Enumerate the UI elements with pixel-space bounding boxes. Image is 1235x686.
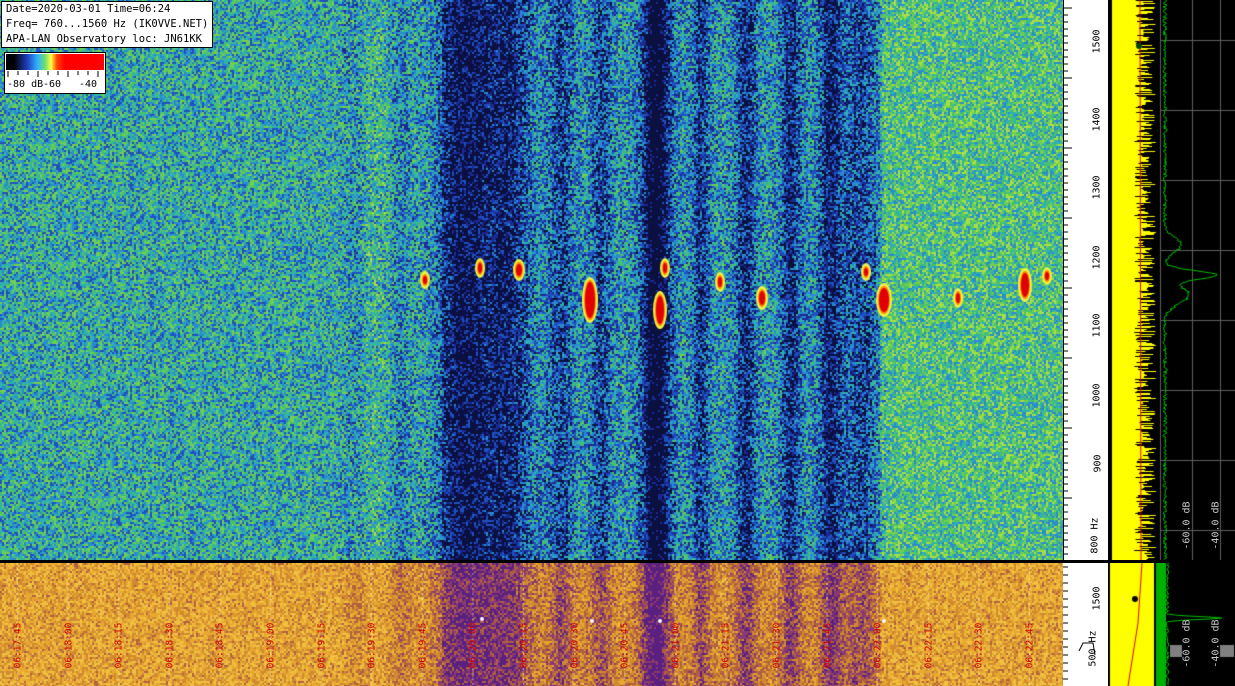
spectrum-profile-wide: -60.0 dB -40.0 dB	[1108, 563, 1235, 686]
time-label: 06:22:15	[923, 622, 935, 669]
time-label: 06:21:45	[821, 622, 833, 669]
freq-label-1100: 1100	[1091, 313, 1103, 338]
spectrum-profile-main: -60.0 dB -40.0 dB	[1108, 0, 1235, 560]
frequency-label: Freq= 760...1560 Hz (IK0VVE.NET)	[6, 18, 209, 30]
spectrum-db-label-low: -60.0 dB	[1181, 501, 1193, 550]
freq-label-1500: 1500	[1091, 29, 1103, 54]
observatory-label: APA-LAN Observatory loc: JN61KK	[6, 33, 202, 45]
time-label: 06:18:00	[62, 622, 74, 669]
time-label: 06:20:30	[568, 622, 580, 669]
frequency-ticks-wide	[1063, 566, 1096, 680]
frequency-ticks-main	[1063, 0, 1072, 560]
legend-max-label: -40	[79, 79, 98, 90]
time-label: 06:22:00	[872, 622, 884, 669]
time-label: 06:19:45	[417, 622, 429, 669]
freq-wide-label-500: 500 Hz	[1087, 630, 1099, 667]
legend-min-label: -80 dB	[7, 79, 44, 90]
color-scale-ticks	[7, 71, 99, 77]
time-label: 06:22:30	[973, 622, 985, 669]
header-info-box: Date=2020-03-01 Time=06:24 Freq= 760...15…	[1, 1, 214, 48]
time-label: 06:19:00	[265, 622, 277, 669]
time-label: 06:20:15	[518, 622, 530, 669]
time-label: 06:21:15	[720, 622, 732, 669]
spectrum-wide-db-label-high: -40.0 dB	[1210, 619, 1222, 668]
spectrum-wide-db-label-low: -60.0 dB	[1181, 619, 1193, 668]
time-label: 06:18:15	[113, 622, 125, 669]
freq-label-900: 900	[1092, 454, 1104, 473]
time-label: 06:17:45	[12, 622, 24, 669]
freq-label-1400: 1400	[1091, 107, 1103, 132]
frequency-scale-main: 1500 1400 1300 1200 1100 1000 900 800 Hz	[1063, 0, 1108, 560]
time-label: 06:21:30	[771, 622, 783, 669]
time-label: 06:19:15	[315, 622, 327, 669]
waterfall-main	[0, 0, 1063, 560]
time-label: 06:20:45	[619, 622, 631, 669]
color-scale-bar	[6, 54, 104, 70]
spectrogram-viewer: Date=2020-03-01 Time=06:24 Freq= 760...15…	[0, 0, 1235, 686]
time-label: 06:22:45	[1024, 622, 1036, 669]
time-label: 06:19:30	[366, 622, 378, 669]
time-label: 06:21:00	[670, 622, 682, 669]
frequency-scale-wide: 1500 500 Hz	[1063, 563, 1108, 686]
freq-label-800: 800 Hz	[1089, 517, 1101, 554]
freq-label-1300: 1300	[1091, 175, 1103, 200]
time-label: 06:18:30	[164, 622, 176, 669]
freq-label-1000: 1000	[1091, 383, 1103, 408]
waterfall-wide	[0, 563, 1063, 686]
legend-mid-label: -60	[43, 79, 62, 90]
spectrum-db-label-high: -40.0 dB	[1210, 501, 1222, 550]
freq-label-1200: 1200	[1091, 245, 1103, 270]
date-time-label: Date=2020-03-01 Time=06:24	[6, 3, 171, 15]
time-label: 06:18:45	[214, 622, 226, 669]
freq-wide-label-1500: 1500	[1091, 586, 1103, 611]
color-scale-legend: -80 dB -60 -40	[4, 52, 106, 94]
time-label: 06:20:00	[467, 622, 479, 669]
